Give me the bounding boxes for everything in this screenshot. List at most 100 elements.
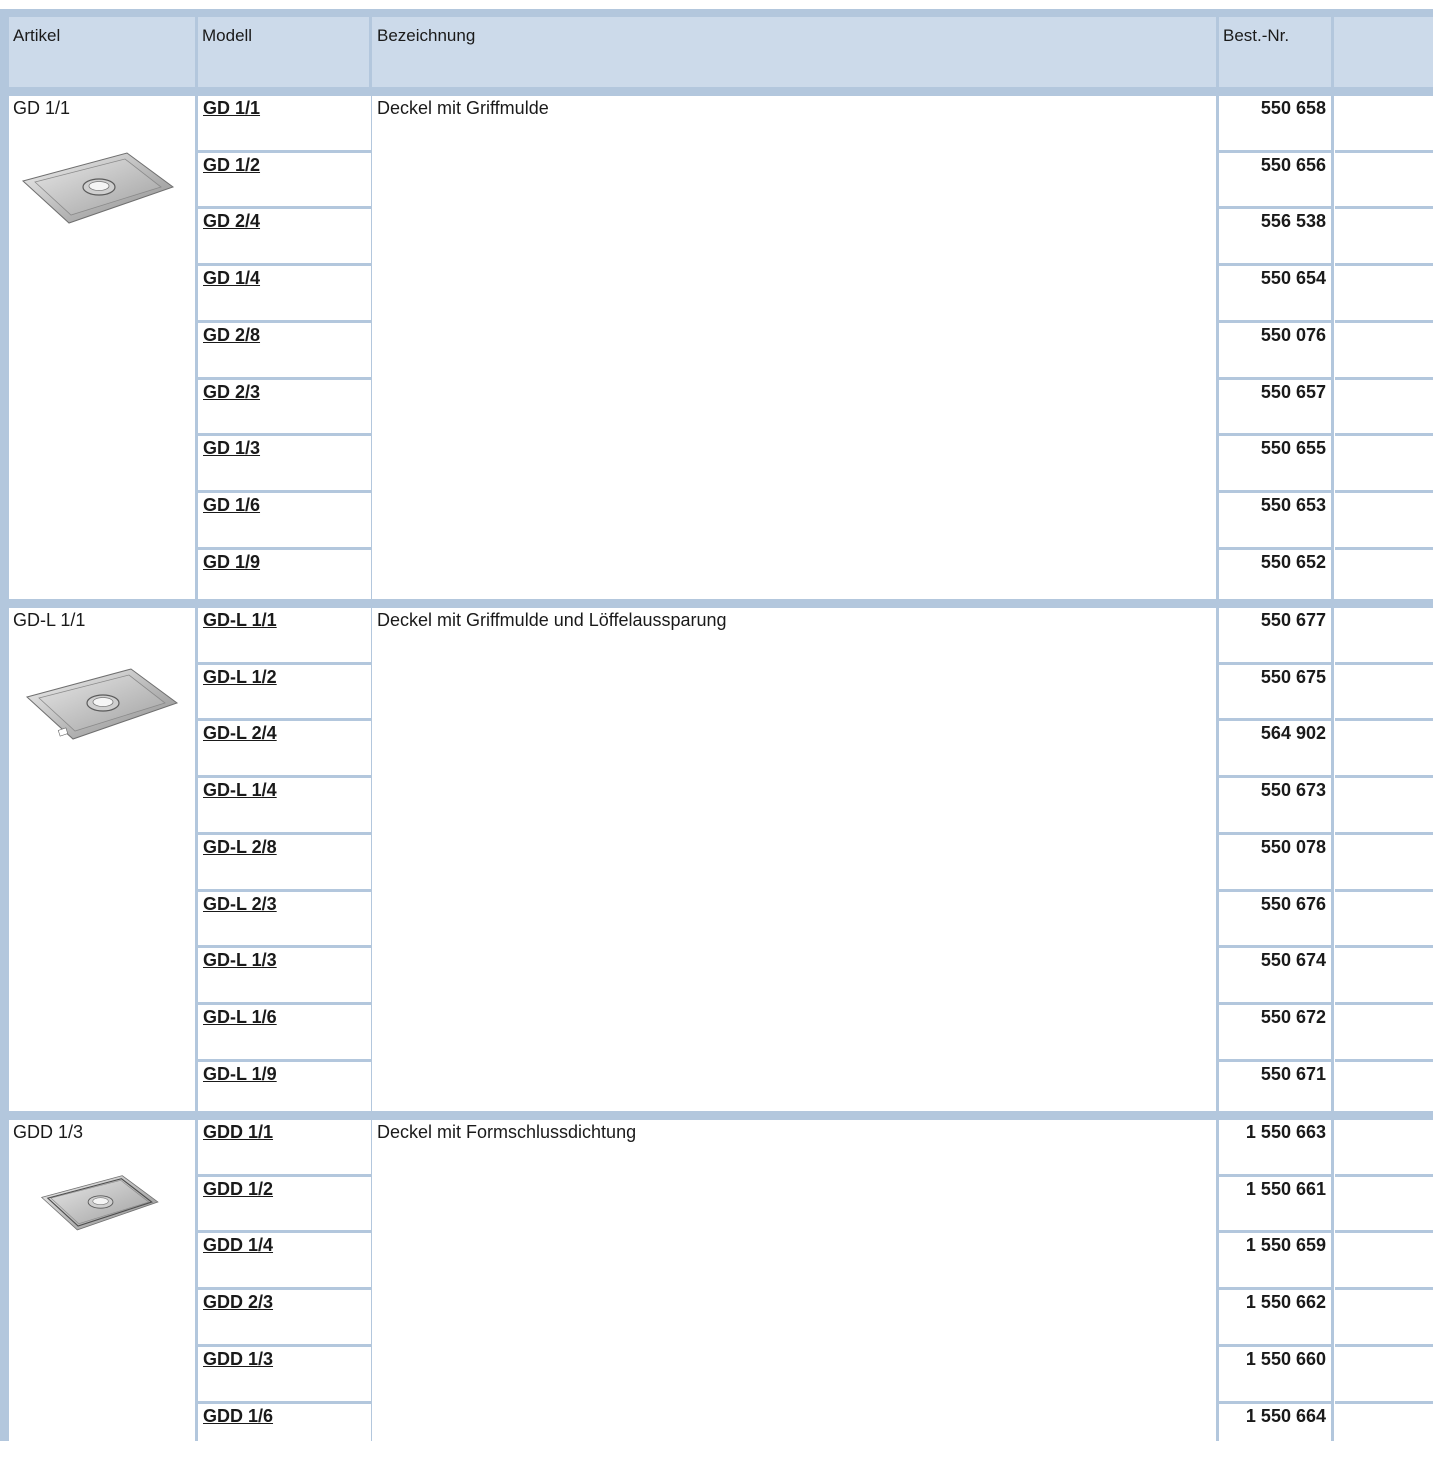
modell-cell: GD 1/4: [198, 266, 371, 319]
best-nr-cell: 550 656: [1219, 153, 1332, 206]
modell-cell: GD 2/4: [198, 209, 371, 262]
modell-link[interactable]: GD-L 1/1: [203, 610, 277, 631]
best-nr-cell: 550 671: [1219, 1062, 1332, 1115]
artikel-cell: GD-L 1/1: [9, 608, 195, 1111]
modell-cell: GD 1/9: [198, 550, 371, 603]
modell-cell: GDD 1/6: [198, 1404, 371, 1457]
modell-cell: GD-L 1/1: [198, 608, 371, 661]
modell-cell: GD 1/2: [198, 153, 371, 206]
product-group: GD-L 1/1 Deckel mit Griffmulde und Löffel…: [9, 608, 1433, 1111]
product-group: GD 1/1 Deckel mit Griffmulde GD 1/1 GD 1/2 G…: [9, 96, 1433, 599]
modell-link[interactable]: GDD 1/2: [203, 1179, 273, 1200]
artikel-label: GDD 1/3: [13, 1122, 84, 1142]
top-strip: [0, 0, 1433, 9]
modell-link[interactable]: GD-L 2/3: [203, 894, 277, 915]
modell-link[interactable]: GD 1/6: [203, 495, 260, 516]
header-bezeichnung: Bezeichnung: [377, 26, 476, 45]
modell-link[interactable]: GD-L 1/9: [203, 1064, 277, 1085]
modell-cell: GDD 1/4: [198, 1233, 371, 1286]
modell-cell: GD-L 1/3: [198, 948, 371, 1001]
modell-link[interactable]: GD 2/8: [203, 325, 260, 346]
best-nr-column: 550 677 550 675 564 902 550 673 550 078 550 6…: [1219, 608, 1332, 1111]
product-image: [37, 1170, 161, 1239]
best-nr-column: 1 550 663 1 550 661 1 550 659 1 550 662 1 55…: [1219, 1120, 1332, 1441]
modell-link[interactable]: GDD 1/3: [203, 1349, 273, 1370]
modell-link[interactable]: GD 2/3: [203, 382, 260, 403]
artikel-cell: GDD 1/3: [9, 1120, 195, 1441]
best-nr-value: 550 078: [1260, 837, 1326, 857]
header-best-nr: Best.-Nr.: [1223, 26, 1290, 45]
modell-link[interactable]: GD-L 1/4: [203, 780, 277, 801]
best-nr-cell: 1 550 663: [1219, 1120, 1332, 1173]
best-nr-value: 1 550 660: [1245, 1349, 1326, 1369]
best-nr-cell: 550 652: [1219, 550, 1332, 603]
best-nr-value: 1 550 664: [1245, 1406, 1326, 1426]
modell-link[interactable]: GD-L 2/8: [203, 837, 277, 858]
modell-link[interactable]: GD 2/4: [203, 211, 260, 232]
modell-link[interactable]: GD-L 1/6: [203, 1007, 277, 1028]
table-header: Artikel Modell Bezeichnung Best.-Nr.: [9, 9, 1433, 87]
modell-link[interactable]: GDD 2/3: [203, 1292, 273, 1313]
modell-column: GD 1/1 GD 1/2 GD 2/4 GD 1/4 GD 2/8 GD 2/3 GD 1…: [198, 96, 371, 599]
header-divider: [1331, 17, 1334, 87]
best-nr-cell: 550 657: [1219, 380, 1332, 433]
modell-cell: GD-L 2/8: [198, 835, 371, 888]
modell-column: GDD 1/1 GDD 1/2 GDD 1/4 GDD 2/3 GDD 1/3 GDD 1…: [198, 1120, 371, 1441]
best-nr-value: 556 538: [1260, 211, 1326, 231]
best-nr-cell: 550 078: [1219, 835, 1332, 888]
row-divider: [1335, 945, 1433, 948]
best-nr-value: 1 550 662: [1245, 1292, 1326, 1312]
modell-cell: GD-L 1/9: [198, 1062, 371, 1115]
row-divider: [1335, 832, 1433, 835]
row-divider: [1335, 889, 1433, 892]
best-nr-cell: 1 550 659: [1219, 1233, 1332, 1286]
modell-link[interactable]: GD 1/1: [203, 98, 260, 119]
best-nr-cell: 550 655: [1219, 436, 1332, 489]
group-separator: [9, 599, 1433, 608]
best-nr-cell: 550 676: [1219, 892, 1332, 945]
modell-link[interactable]: GDD 1/1: [203, 1122, 273, 1143]
row-divider: [1335, 490, 1433, 493]
best-nr-cell: 556 538: [1219, 209, 1332, 262]
best-nr-cell: 550 658: [1219, 96, 1332, 149]
best-nr-value: 550 657: [1260, 382, 1326, 402]
modell-link[interactable]: GD-L 1/2: [203, 667, 277, 688]
best-nr-value: 550 672: [1260, 1007, 1326, 1027]
modell-link[interactable]: GD-L 2/4: [203, 723, 277, 744]
modell-link[interactable]: GD 1/9: [203, 552, 260, 573]
modell-cell: GD-L 1/2: [198, 665, 371, 718]
extra-column: [1335, 608, 1433, 1111]
modell-link[interactable]: GD-L 1/3: [203, 950, 277, 971]
modell-link[interactable]: GDD 1/6: [203, 1406, 273, 1427]
row-divider: [1335, 206, 1433, 209]
best-nr-value: 1 550 663: [1245, 1122, 1326, 1142]
best-nr-cell: 550 674: [1219, 948, 1332, 1001]
artikel-cell: GD 1/1: [9, 96, 195, 599]
bezeichnung-text: Deckel mit Griffmulde und Löffelaussparu…: [377, 610, 727, 630]
row-divider: [1335, 150, 1433, 153]
product-image: [17, 663, 185, 748]
best-nr-value: 564 902: [1260, 723, 1326, 743]
modell-cell: GD-L 1/4: [198, 778, 371, 831]
modell-cell: GDD 1/3: [198, 1347, 371, 1400]
extra-column: [1335, 96, 1433, 599]
modell-link[interactable]: GD 1/4: [203, 268, 260, 289]
modell-cell: GD-L 2/3: [198, 892, 371, 945]
row-divider: [1335, 1059, 1433, 1062]
modell-cell: GD 1/1: [198, 96, 371, 149]
modell-cell: GDD 2/3: [198, 1290, 371, 1343]
modell-cell: GD 1/3: [198, 436, 371, 489]
row-divider: [1335, 1287, 1433, 1290]
row-divider: [1335, 1344, 1433, 1347]
best-nr-cell: 550 653: [1219, 493, 1332, 546]
modell-link[interactable]: GD 1/3: [203, 438, 260, 459]
modell-link[interactable]: GD 1/2: [203, 155, 260, 176]
best-nr-cell: 550 673: [1219, 778, 1332, 831]
modell-link[interactable]: GDD 1/4: [203, 1235, 273, 1256]
best-nr-value: 550 652: [1260, 552, 1326, 572]
modell-cell: GDD 1/2: [198, 1177, 371, 1230]
row-divider: [1335, 1174, 1433, 1177]
row-divider: [1335, 775, 1433, 778]
modell-cell: GD 2/8: [198, 323, 371, 376]
best-nr-value: 550 656: [1260, 155, 1326, 175]
